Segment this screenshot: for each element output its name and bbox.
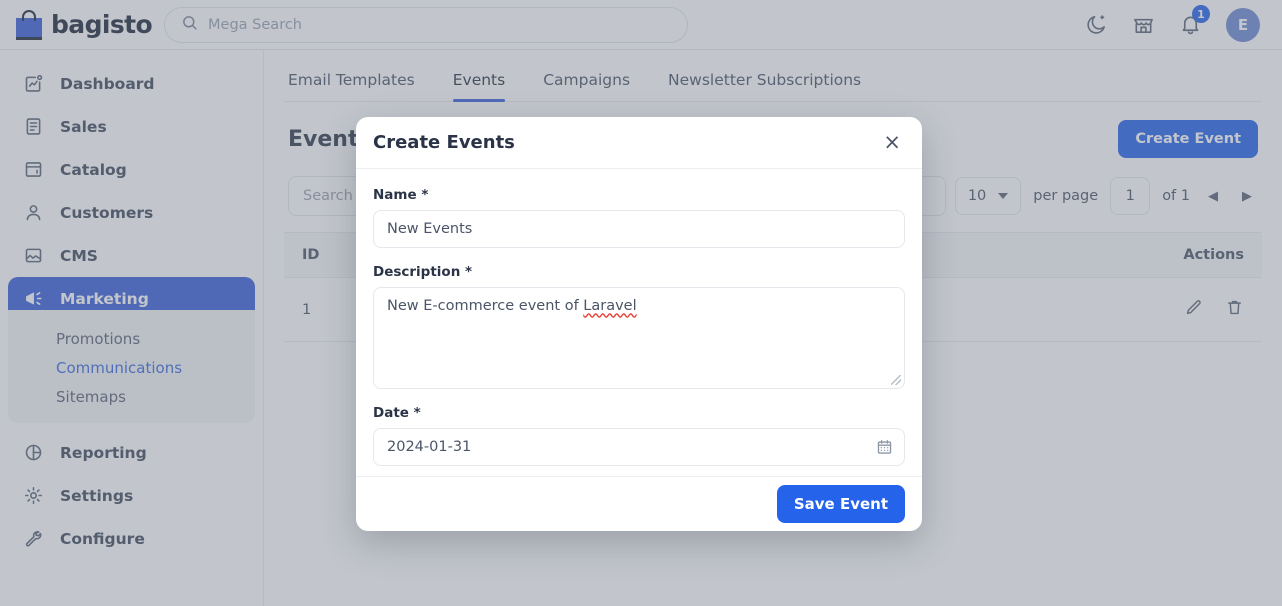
description-textarea[interactable]: New E-commerce event of Laravel [373, 287, 905, 389]
field-description: Description * New E-commerce event of La… [373, 264, 905, 389]
description-value: New E-commerce event of [387, 298, 583, 314]
page-root: bagisto Mega Search [0, 0, 1282, 606]
name-input[interactable]: New Events [373, 210, 905, 248]
calendar-icon[interactable] [876, 438, 893, 455]
date-input[interactable]: 2024-01-31 [373, 428, 905, 466]
modal-header: Create Events × [356, 117, 922, 169]
field-date: Date * 2024-01-31 [373, 405, 905, 466]
name-label: Name * [373, 187, 905, 203]
close-icon[interactable]: × [879, 130, 905, 155]
field-name: Name * New Events [373, 187, 905, 248]
modal-footer: Save Event [356, 476, 922, 531]
textarea-resize-handle[interactable] [891, 375, 901, 385]
description-label: Description * [373, 264, 905, 280]
date-value: 2024-01-31 [387, 439, 471, 455]
save-event-button[interactable]: Save Event [777, 485, 905, 523]
create-events-modal: Create Events × Name * New Events Descri… [356, 117, 922, 531]
name-value: New Events [387, 221, 472, 237]
date-label: Date * [373, 405, 905, 421]
modal-title: Create Events [373, 132, 515, 153]
description-misspelled-word: Laravel [583, 298, 636, 314]
modal-body: Name * New Events Description * New E-co… [356, 169, 922, 476]
